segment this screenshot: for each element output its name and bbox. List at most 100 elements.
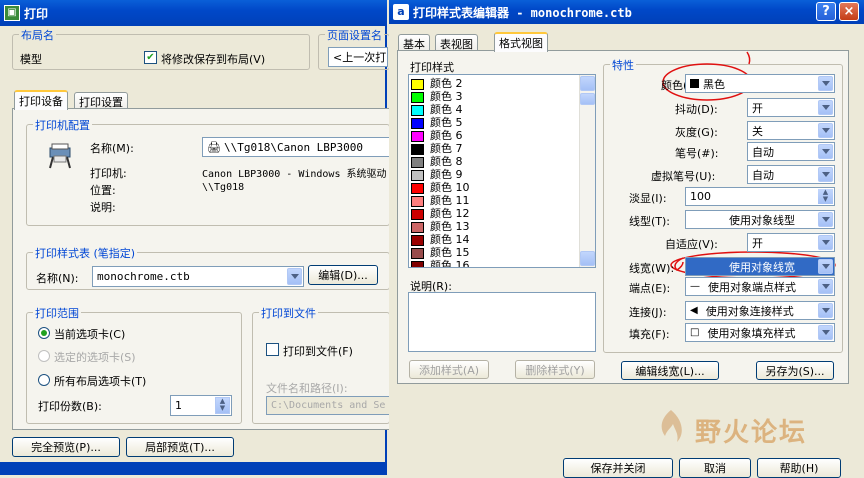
prop-value-fillstyle: 使用对象填充样式 bbox=[707, 326, 796, 340]
prop-value-color: 黑色 bbox=[703, 77, 725, 91]
dropdown-arrow-icon[interactable] bbox=[818, 144, 833, 159]
plot-to-file-checkbox[interactable] bbox=[266, 343, 279, 356]
prop-label-lineweight: 线宽(W): bbox=[629, 262, 675, 275]
all-tabs-radio[interactable] bbox=[38, 374, 50, 386]
printer-label: 打印机: bbox=[90, 167, 127, 180]
dropdown-arrow-icon[interactable] bbox=[818, 259, 833, 274]
page-setup-combo[interactable]: <上一次打 bbox=[328, 47, 388, 67]
prop-label-dither: 抖动(D): bbox=[675, 103, 718, 116]
style-preview-icon: — bbox=[690, 281, 700, 292]
plot-dialog-titlebar[interactable]: ▣ 打印 bbox=[0, 0, 387, 26]
printer-name-value: \\Tg018\Canon LBP3000 bbox=[223, 140, 364, 154]
prop-combo-lineweight[interactable]: 使用对象线宽 bbox=[685, 257, 835, 276]
prop-combo-virtual-pen[interactable]: 自动 bbox=[747, 165, 835, 184]
tab-form-view[interactable]: 格式视图 bbox=[494, 32, 548, 52]
prop-value-lineweight: 使用对象线宽 bbox=[729, 260, 795, 274]
dropdown-arrow-icon[interactable] bbox=[818, 303, 833, 318]
color-swatch-icon bbox=[690, 79, 699, 88]
plot-style-editor-dialog: a 打印样式表编辑器 - monochrome.ctb ? × 基本 表视图 格… bbox=[389, 0, 864, 478]
tab-plot-device[interactable]: 打印设备 bbox=[14, 90, 68, 110]
printer-small-icon: 🖨 bbox=[207, 140, 221, 154]
current-tab-label[interactable]: 当前选项卡(C) bbox=[54, 326, 125, 342]
dropdown-arrow-icon[interactable] bbox=[818, 76, 833, 91]
copies-value: 1 bbox=[175, 399, 182, 412]
save-changes-label[interactable]: 将修改保存到布局(V) bbox=[161, 51, 265, 67]
file-path-label: 文件名和路径(I): bbox=[266, 382, 348, 395]
prop-combo-fillstyle[interactable]: □ 使用对象填充样式 bbox=[685, 323, 835, 342]
style-preview-icon: ◀ bbox=[690, 305, 698, 316]
all-tabs-label[interactable]: 所有布局选项卡(T) bbox=[54, 373, 146, 389]
printer-config-title: 打印机配置 bbox=[33, 117, 92, 133]
selected-tabs-radio[interactable] bbox=[38, 350, 50, 362]
full-preview-label: 完全预览(P)... bbox=[31, 441, 101, 454]
dropdown-arrow-icon[interactable] bbox=[818, 279, 833, 294]
page-setup-group-title: 页面设置名 bbox=[325, 27, 384, 43]
prop-label-adaptive: 自适应(V): bbox=[665, 238, 718, 251]
file-path-input[interactable]: C:\Documents and Se bbox=[266, 396, 390, 415]
dropdown-arrow-icon[interactable] bbox=[818, 123, 833, 138]
prop-combo-color[interactable]: 黑色 bbox=[685, 74, 835, 93]
prop-combo-screening[interactable]: 100 ▲ ▼ bbox=[685, 187, 835, 206]
dropdown-arrow-icon[interactable] bbox=[818, 325, 833, 340]
tab-form-view-label: 格式视图 bbox=[499, 37, 543, 50]
edit-plot-style-button[interactable]: 编辑(D)... bbox=[308, 265, 378, 285]
printer-name-combo[interactable]: 🖨 \\Tg018\Canon LBP3000 bbox=[202, 137, 390, 157]
prop-label-virtual-pen: 虚拟笔号(U): bbox=[651, 170, 716, 183]
prop-value-linetype: 使用对象线型 bbox=[729, 213, 795, 227]
prop-combo-adaptive[interactable]: 开 bbox=[747, 233, 835, 252]
file-path-value: C:\Documents and Se bbox=[271, 400, 386, 411]
copies-spinner[interactable]: ▲ ▼ bbox=[215, 397, 230, 414]
dropdown-arrow-icon[interactable] bbox=[818, 100, 833, 115]
prop-label-joinstyle: 连接(J): bbox=[629, 306, 667, 319]
full-preview-button[interactable]: 完全预览(P)... bbox=[12, 437, 120, 457]
prop-value-dither: 开 bbox=[752, 101, 763, 115]
plotter-icon bbox=[46, 142, 74, 170]
description-label: 说明: bbox=[90, 201, 116, 214]
copies-label: 打印份数(B): bbox=[38, 400, 102, 413]
page-setup-value: <上一次打 bbox=[333, 51, 387, 64]
plot-area-title: 打印范围 bbox=[33, 305, 81, 321]
prop-combo-joinstyle[interactable]: ◀ 使用对象连接样式 bbox=[685, 301, 835, 320]
save-changes-checkbox[interactable]: ✔ bbox=[144, 51, 157, 64]
app-icon: ▣ bbox=[4, 5, 20, 21]
prop-combo-pen[interactable]: 自动 bbox=[747, 142, 835, 161]
prop-label-grayscale: 灰度(G): bbox=[675, 126, 718, 139]
annotation-tick-color bbox=[746, 51, 751, 65]
plot-to-file-label[interactable]: 打印到文件(F) bbox=[283, 343, 353, 359]
prop-value-joinstyle: 使用对象连接样式 bbox=[705, 304, 794, 318]
selected-tabs-label[interactable]: 选定的选项卡(S) bbox=[54, 349, 136, 365]
prop-label-endstyle: 端点(E): bbox=[629, 282, 671, 295]
prop-label-linetype: 线型(T): bbox=[629, 215, 671, 228]
plot-style-name-label: 名称(N): bbox=[36, 272, 79, 285]
partial-preview-label: 局部预览(T)... bbox=[145, 441, 215, 454]
left-dialog-bottom-edge bbox=[0, 462, 387, 475]
location-value: \\Tg018 bbox=[202, 182, 245, 193]
prop-label-pen: 笔号(#): bbox=[675, 147, 719, 160]
plot-style-combo[interactable]: monochrome.ctb bbox=[92, 266, 304, 287]
prop-combo-endstyle[interactable]: — 使用对象端点样式 bbox=[685, 277, 835, 296]
prop-value-screening: 100 bbox=[690, 190, 711, 203]
watermark-text: 野火论坛 bbox=[695, 418, 808, 448]
edit-plot-style-label: 编辑(D)... bbox=[318, 269, 368, 282]
current-tab-radio[interactable] bbox=[38, 327, 50, 339]
plot-dialog: ▣ 打印 布局名 模型 ✔ 将修改保存到布局(V) 页面设置名 <上一次打 打印… bbox=[0, 0, 390, 475]
copies-input[interactable]: 1 ▲ ▼ bbox=[170, 395, 232, 416]
plot-style-dropdown-icon[interactable] bbox=[287, 268, 302, 285]
prop-value-virtual-pen: 自动 bbox=[752, 168, 774, 182]
prop-value-pen: 自动 bbox=[752, 145, 774, 159]
prop-label-fillstyle: 填充(F): bbox=[629, 328, 670, 341]
layout-name-group-title: 布局名 bbox=[19, 27, 56, 43]
prop-combo-linetype[interactable]: 使用对象线型 bbox=[685, 210, 835, 229]
dropdown-arrow-icon[interactable] bbox=[818, 167, 833, 182]
style-preview-icon: □ bbox=[690, 327, 700, 338]
dropdown-arrow-icon[interactable] bbox=[818, 212, 833, 227]
layout-name-value: 模型 bbox=[20, 53, 42, 66]
prop-combo-dither[interactable]: 开 bbox=[747, 98, 835, 117]
spinner-icon[interactable]: ▲ ▼ bbox=[818, 189, 833, 204]
plot-dialog-title: 打印 bbox=[24, 6, 49, 21]
partial-preview-button[interactable]: 局部预览(T)... bbox=[126, 437, 234, 457]
prop-combo-grayscale[interactable]: 关 bbox=[747, 121, 835, 140]
prop-value-grayscale: 关 bbox=[752, 124, 763, 138]
prop-value-adaptive: 开 bbox=[752, 236, 763, 250]
dropdown-arrow-icon[interactable] bbox=[818, 235, 833, 250]
